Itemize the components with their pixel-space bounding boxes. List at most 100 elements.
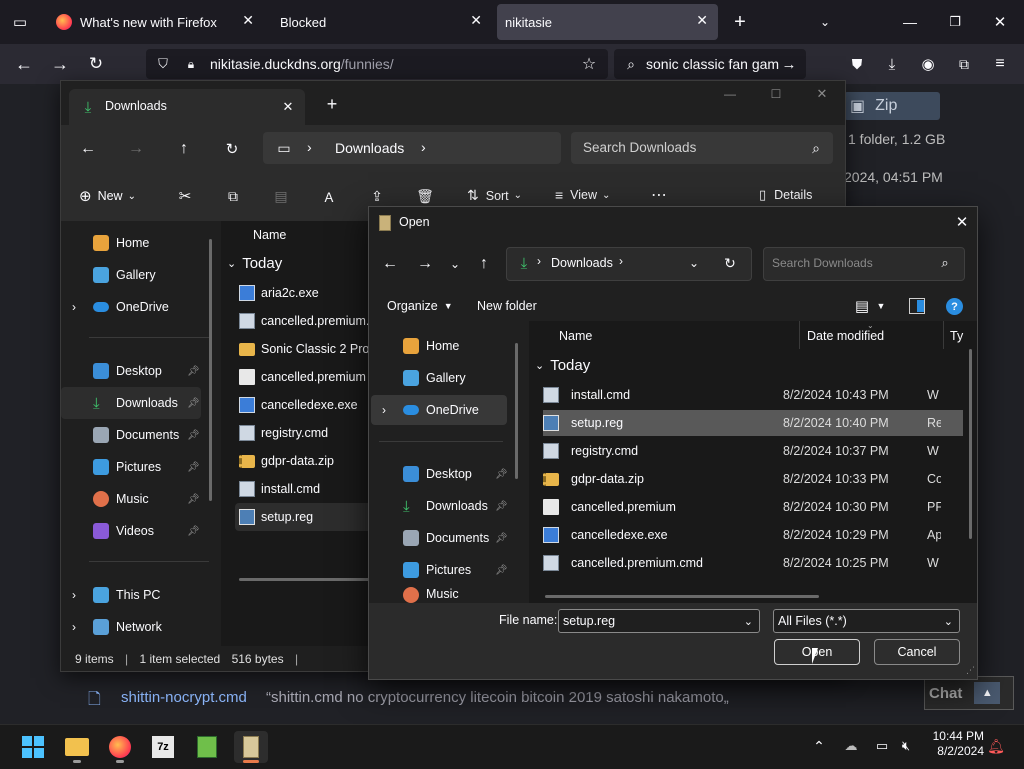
search-bar[interactable]: ⌕ sonic classic fan gam → [614, 49, 806, 79]
file-name-input[interactable]: setup.reg ⌄ [558, 609, 760, 633]
paste-icon[interactable]: ▤ [272, 187, 290, 205]
nav-item-home[interactable]: Home [371, 331, 507, 361]
nav-item-documents[interactable]: Documents 📌︎ [371, 523, 508, 553]
nav-item-downloads[interactable]: ⤓ Downloads 📌︎ [371, 491, 508, 521]
pin-icon[interactable]: 📌︎ [187, 526, 200, 537]
explorer-search-box[interactable]: Search Downloads ⌕ [571, 132, 833, 164]
list-item[interactable]: cancelledexe.exe 8/2/2024 10:29 PM Ap [543, 522, 963, 548]
close-tab-icon[interactable]: ✕ [242, 12, 254, 29]
back-arrow-icon[interactable]: ← [14, 54, 34, 74]
cut-icon[interactable]: ✂ [176, 187, 194, 205]
close-icon[interactable]: ✕ [953, 213, 971, 231]
vertical-scrollbar[interactable] [969, 349, 972, 539]
nav-item-music[interactable]: Music 📌︎ [61, 483, 211, 515]
chevron-right-icon[interactable]: › [72, 588, 76, 602]
sort-button[interactable]: ⇅ Sort ⌄ [467, 187, 522, 204]
pin-icon[interactable]: 📌︎ [187, 366, 200, 377]
lock-icon[interactable]: 🔒︎ [182, 55, 200, 73]
restore-icon[interactable]: ❐ [945, 12, 965, 32]
view-options-icon[interactable]: ▤ [853, 297, 871, 315]
chevron-right-icon[interactable]: › [72, 300, 76, 314]
cloud-offline-icon[interactable]: ☁ [842, 737, 860, 755]
horizontal-scrollbar[interactable] [545, 595, 819, 598]
breadcrumb-downloads[interactable]: Downloads [551, 256, 613, 270]
nav-item-this-pc[interactable]: › This PC [61, 579, 211, 611]
dialog-search-box[interactable]: Search Downloads ⌕ [763, 247, 965, 281]
list-item[interactable]: install.cmd 8/2/2024 10:43 PM W [543, 382, 963, 408]
taskbar-notepad[interactable] [190, 731, 224, 763]
view-button[interactable]: ≡ View ⌄ [555, 187, 610, 203]
url-bar[interactable]: ⛉ 🔒︎ nikitasie.duckdns.org/funnies/ ☆ [146, 49, 608, 79]
list-item[interactable]: registry.cmd 8/2/2024 10:37 PM W [543, 438, 963, 464]
nav-item-documents[interactable]: Documents 📌︎ [61, 419, 211, 451]
pocket-icon[interactable]: ⛊ [847, 54, 867, 74]
delete-icon[interactable]: 🗑︎ [416, 187, 434, 205]
explorer-address-bar[interactable]: ▭ › Downloads › [263, 132, 561, 164]
back-arrow-icon[interactable]: ← [79, 140, 97, 158]
file-type-select[interactable]: All Files (*.*) ⌄ [773, 609, 960, 633]
nav-item-onedrive[interactable]: › OneDrive [371, 395, 507, 425]
share-icon[interactable]: ⇪ [368, 187, 386, 205]
downloads-icon[interactable]: ⤓ [882, 54, 902, 74]
chevron-down-icon[interactable]: ⌄ [744, 615, 753, 628]
firefox-view-icon[interactable]: ▭ [10, 12, 30, 32]
dialog-address-bar[interactable]: ⤓ › Downloads › ⌄ ↻ [506, 247, 752, 281]
volume-muted-icon[interactable]: 🔇︎ [897, 737, 915, 755]
minimize-icon[interactable]: — [900, 12, 920, 32]
forward-arrow-icon[interactable]: → [127, 140, 145, 158]
forward-arrow-icon[interactable]: → [416, 255, 434, 273]
menu-icon[interactable]: ≡ [990, 54, 1010, 74]
details-button[interactable]: ▯ Details [759, 187, 812, 203]
up-arrow-icon[interactable]: ↑ [475, 255, 493, 273]
close-tab-icon[interactable]: ✕ [696, 12, 708, 29]
network-status-icon[interactable]: ▭ [873, 737, 891, 755]
recent-locations-icon[interactable]: ⌄ [446, 255, 464, 273]
chat-widget[interactable]: Chat ▲ [924, 676, 1014, 710]
close-icon[interactable]: ✕ [813, 85, 831, 103]
nav-item-network[interactable]: › Network [61, 611, 211, 643]
copy-icon[interactable]: ⧉ [224, 187, 242, 205]
chevron-right-icon[interactable]: › [72, 620, 76, 634]
chevron-right-icon[interactable]: › [382, 403, 386, 417]
chat-expand-icon[interactable]: ▲ [974, 682, 1001, 704]
notification-bell-icon[interactable]: 🔔︎ [987, 737, 1005, 755]
preview-pane-icon[interactable] [909, 298, 925, 314]
taskbar-installer-active[interactable] [234, 731, 268, 763]
up-arrow-icon[interactable]: ↑ [175, 140, 193, 158]
more-options-icon[interactable]: ⋯ [649, 185, 669, 205]
chevron-down-icon[interactable]: ⌄ [685, 254, 703, 272]
refresh-icon[interactable]: ↻ [223, 140, 241, 158]
zip-button[interactable]: ▣ Zip [844, 92, 940, 120]
reload-icon[interactable]: ↻ [86, 54, 106, 74]
column-header-name[interactable]: Name [253, 228, 286, 242]
account-icon[interactable]: ◉ [918, 54, 938, 74]
tab-nikitasie[interactable]: nikitasie ✕ [497, 4, 718, 40]
pin-icon[interactable]: 📌︎ [495, 501, 508, 512]
nav-item-gallery[interactable]: Gallery [61, 259, 211, 291]
column-divider[interactable] [799, 321, 800, 349]
pin-icon[interactable]: 📌︎ [187, 494, 200, 505]
column-header-date[interactable]: Date modified [807, 329, 884, 343]
group-header-today[interactable]: ⌄ Today [227, 255, 282, 272]
nav-item-home[interactable]: Home [61, 227, 211, 259]
dropdown-caret-icon[interactable]: ▼ [876, 299, 886, 313]
column-header-name[interactable]: Name [559, 329, 592, 343]
search-go-icon[interactable]: → [780, 55, 798, 73]
new-tab-icon[interactable]: + [323, 94, 341, 114]
cancel-button[interactable]: Cancel [874, 639, 960, 665]
chevron-up-icon[interactable]: ⌃ [810, 737, 828, 755]
start-button[interactable] [16, 731, 50, 763]
group-header-today[interactable]: ⌄ Today [535, 357, 590, 374]
explorer-tab-downloads[interactable]: ⤓ Downloads ✕ [69, 89, 305, 125]
list-all-tabs-icon[interactable]: ⌄ [815, 12, 835, 32]
tab-blocked[interactable]: Blocked ✕ [270, 4, 492, 40]
back-arrow-icon[interactable]: ← [381, 255, 399, 273]
bookmark-star-icon[interactable]: ☆ [580, 55, 598, 73]
pin-icon[interactable]: 📌︎ [495, 533, 508, 544]
column-header-type[interactable]: Ty [950, 329, 964, 343]
clock[interactable]: 10:44 PM 8/2/2024 [926, 729, 984, 759]
nav-item-gallery[interactable]: Gallery [371, 363, 507, 393]
nav-item-onedrive[interactable]: › OneDrive [61, 291, 211, 323]
close-tab-icon[interactable]: ✕ [279, 98, 297, 116]
help-icon[interactable]: ? [946, 298, 963, 315]
